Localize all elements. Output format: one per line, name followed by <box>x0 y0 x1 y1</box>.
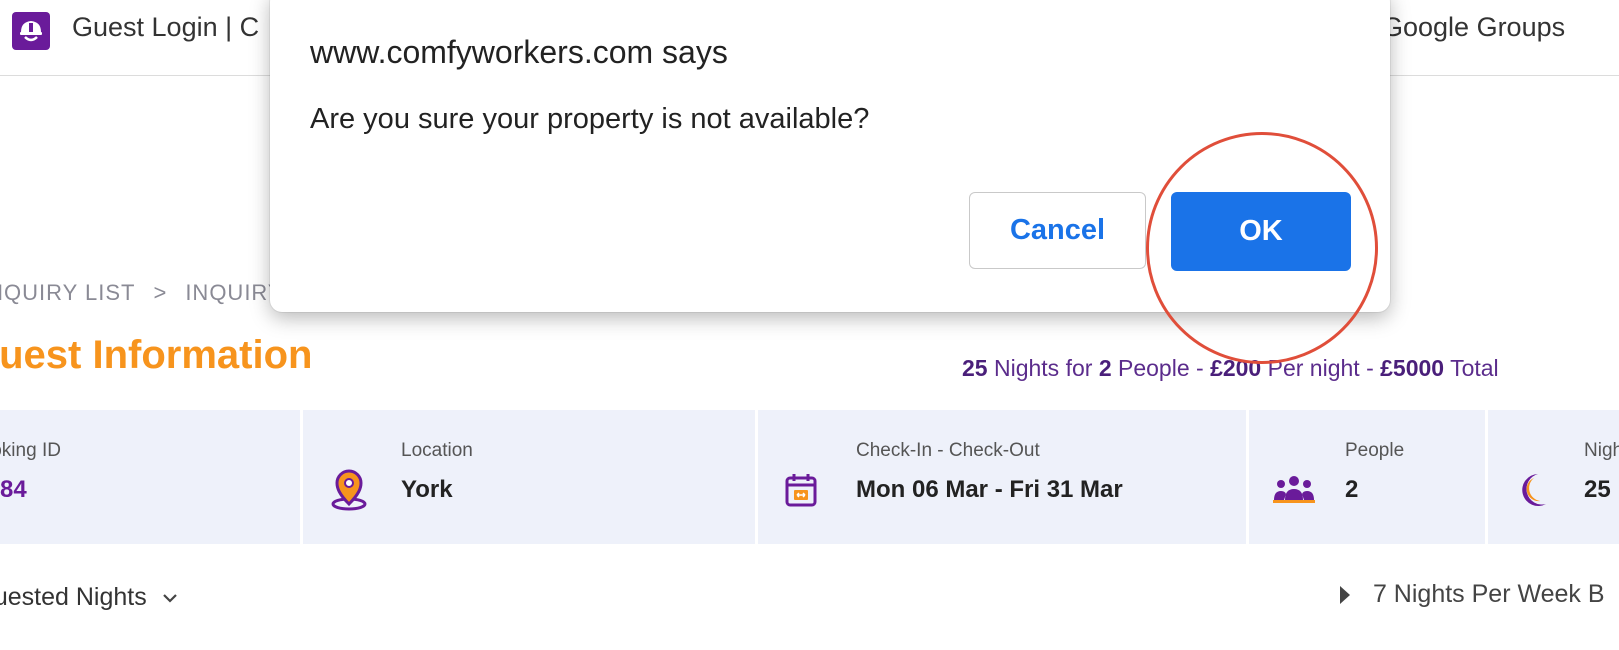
location-label: Location <box>401 440 473 461</box>
cancel-button[interactable]: Cancel <box>969 192 1146 269</box>
booking-id-cell: Booking ID 84 <box>0 410 300 544</box>
booking-summary: 25 Nights for 2 People - £200 Per night … <box>962 355 1499 382</box>
nights-cell: Nights 25 <box>1488 410 1619 544</box>
summary-nights-text: Nights for <box>993 355 1093 381</box>
summary-price: £200 <box>1210 355 1262 381</box>
location-pin-icon <box>329 468 369 511</box>
ok-button[interactable]: OK <box>1171 192 1351 271</box>
location-cell: Location York <box>303 410 755 544</box>
nights-value: 25 <box>1584 476 1611 503</box>
people-group-icon <box>1273 474 1315 514</box>
requested-nights-label: Requested Nights <box>0 583 147 611</box>
caret-right-icon <box>1340 586 1350 605</box>
booking-id-label: Booking ID <box>0 440 61 461</box>
chevron-down-icon <box>162 594 177 603</box>
summary-total-text: Total <box>1450 355 1499 381</box>
summary-nights: 25 <box>962 355 988 381</box>
people-label: People <box>1345 440 1405 461</box>
browser-tab-google-groups[interactable]: Google Groups <box>1382 12 1565 43</box>
dates-cell: Check-In - Check-Out Mon 06 Mar - Fri 31… <box>758 410 1246 544</box>
site-favicon-icon <box>12 12 50 50</box>
dialog-message: Are you sure your property is not availa… <box>310 103 870 135</box>
breadcrumb: INQUIRY LIST > INQUIRY <box>0 280 284 306</box>
page-title: Guest Information <box>0 333 313 377</box>
summary-people-text: People - <box>1118 355 1204 381</box>
location-value: York <box>401 476 453 503</box>
nights-label: Nights <box>1584 440 1619 461</box>
people-value: 2 <box>1345 476 1359 503</box>
guest-info-bar: Booking ID 84 Location York C <box>0 410 1619 544</box>
summary-total: £5000 <box>1380 355 1445 381</box>
breadcrumb-inquiry-list[interactable]: INQUIRY LIST <box>0 280 135 305</box>
breadcrumb-separator: > <box>153 280 168 305</box>
calendar-icon <box>784 472 824 512</box>
nights-per-week-toggle[interactable]: 7 Nights Per Week B <box>1338 580 1605 609</box>
breadcrumb-inquiry[interactable]: INQUIRY <box>185 280 283 305</box>
summary-price-text: Per night - <box>1267 355 1374 381</box>
summary-people: 2 <box>1098 355 1112 381</box>
dates-value: Mon 06 Mar - Fri 31 Mar <box>856 476 1123 503</box>
requested-nights-toggle[interactable]: Requested Nights <box>0 583 178 612</box>
people-cell: People 2 <box>1249 410 1485 544</box>
browser-tab-title[interactable]: Guest Login | C <box>72 12 259 43</box>
moon-icon <box>1514 470 1554 510</box>
booking-id-value: 84 <box>0 476 27 503</box>
confirm-dialog: www.comfyworkers.com says Are you sure y… <box>270 0 1390 312</box>
dates-label: Check-In - Check-Out <box>856 440 1040 461</box>
nights-per-week-label: 7 Nights Per Week B <box>1372 580 1605 608</box>
dialog-title: www.comfyworkers.com says <box>310 34 728 70</box>
